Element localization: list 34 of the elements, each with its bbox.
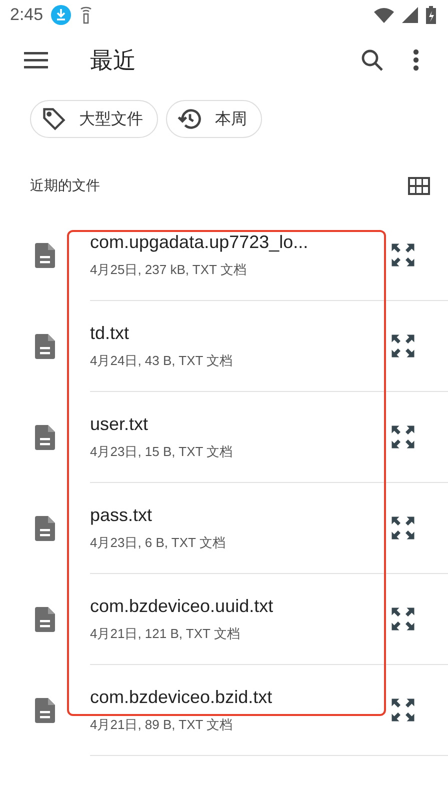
file-name[interactable]: com.upgadata.up7723_lo... [90,232,308,252]
wifi-icon [374,8,394,22]
section-title: 近期的文件 [30,177,101,195]
file-details: 4月21日, 121 B, TXT 文档 [90,624,240,642]
file-name[interactable]: com.bzdeviceo.bzid.txt [90,686,272,708]
battery-icon [426,6,436,24]
search-icon [360,48,384,72]
signal-icon [402,7,418,23]
tag-icon [41,106,67,132]
document-icon [35,243,55,268]
file-details: 4月23日, 6 B, TXT 文档 [90,534,226,552]
file-name[interactable]: pass.txt [90,504,152,526]
filter-chip[interactable]: 本周 [166,100,262,138]
file-name[interactable]: td.txt [90,322,130,344]
document-icon [35,698,55,723]
more-icon [413,49,419,71]
history-icon [177,106,203,132]
download-icon [51,5,72,25]
file-details: 4月21日, 89 B, TXT 文档 [90,716,233,734]
file-details: 4月23日, 15 B, TXT 文档 [90,442,233,460]
status-time: 2:45 [10,5,44,25]
document-icon [35,516,55,541]
document-icon [35,425,55,450]
document-icon [35,334,55,359]
filter-chip[interactable]: 大型文件 [30,100,158,138]
file-details: 4月25日, 237 kB, TXT 文档 [90,260,246,278]
screen-title: 最近 [90,46,137,74]
antenna-icon [79,5,94,25]
file-name[interactable]: com.bzdeviceo.uuid.txt [90,596,274,616]
file-details: 4月24日, 43 B, TXT 文档 [90,352,233,370]
grid-view-icon[interactable] [408,177,430,195]
file-name[interactable]: user.txt [90,414,148,434]
document-icon [35,607,55,632]
menu-icon [24,51,48,69]
